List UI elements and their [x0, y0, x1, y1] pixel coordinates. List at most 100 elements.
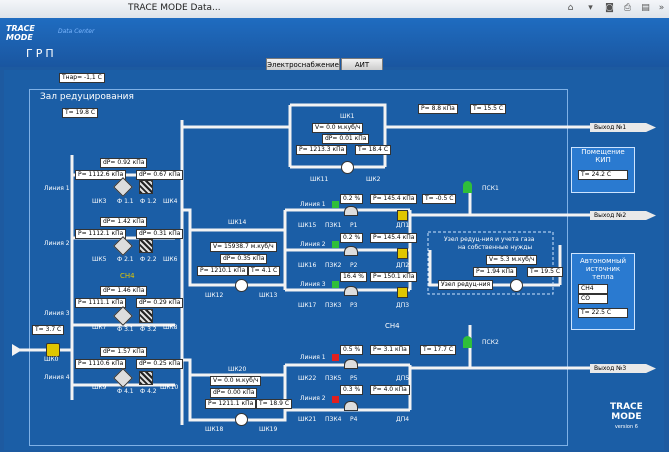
regulator-label: Р3 [350, 302, 358, 309]
temp-readout: T= 22.5 C [578, 308, 628, 318]
valve-label: ШК8 [163, 324, 178, 331]
relief-valve-label: ПСК1 [482, 185, 499, 192]
filter-icon[interactable] [139, 239, 153, 253]
valve-label: ШК21 [298, 416, 317, 423]
temp-readout: T= 19.5 C [527, 267, 564, 277]
pressure-readout: P= 8.8 кПа [418, 104, 458, 114]
exit-3-arrow[interactable]: Выход №3 [590, 364, 656, 373]
regulator-label: Р2 [350, 262, 358, 269]
flow-meter-icon[interactable] [235, 413, 248, 426]
valve-label: ШК22 [298, 375, 317, 382]
line-label: Линия 4 [44, 374, 70, 381]
dp-readout: dP= 0.35 кПа [220, 254, 268, 264]
pressure-readout: P= 150.1 кПа [370, 272, 418, 282]
pressure-readout: P= 3.1 кПа [370, 345, 410, 355]
line-label: Линия 2 [300, 395, 326, 402]
unit-title: Узел редуц-ния и учета газа [444, 236, 535, 243]
opening-readout: 0.2 % [340, 233, 364, 243]
yellow-valve-icon[interactable] [397, 287, 408, 298]
dp-readout: dP= 0.00 кПа [210, 388, 258, 398]
relief-valve-icon[interactable] [463, 336, 472, 348]
regulator-icon[interactable] [344, 286, 358, 296]
flow-readout: V= 0.0 м.куб/ч [312, 123, 364, 133]
kip-room-panel[interactable]: Помещение КИП T= 24.2 C [571, 147, 635, 193]
dp-readout: dP= 0.92 кПа [100, 158, 148, 168]
shutoff-valve-icon[interactable] [332, 241, 339, 248]
filter-label: Ф 4.1 [117, 388, 134, 395]
valve-label: ДП3 [396, 302, 410, 309]
valve-label: ШК12 [205, 292, 224, 299]
filter-label: Ф 2.2 [140, 256, 157, 263]
valve-label: ШК1 [340, 113, 355, 120]
regulator-label: Р1 [350, 222, 358, 229]
dp-readout: dP= 0.01 кПа [322, 134, 370, 144]
line-label: Линия 2 [300, 241, 326, 248]
opening-readout: 16.4 % [340, 272, 367, 282]
line-label: Линия 2 [44, 240, 70, 247]
valve-label: ДП1 [396, 222, 410, 229]
boiler-panel[interactable]: Автономный источник тепла CH4 CO T= 22.5… [571, 253, 635, 330]
valve-label: ШК14 [228, 219, 247, 226]
gas-label: CH4 [385, 322, 400, 330]
valve-label: ШК5 [92, 256, 107, 263]
valve-label: ШК9 [92, 384, 107, 391]
pressure-readout: P= 1213.3 кПа [296, 145, 348, 155]
brand-logo: TRACE MODE version 6 [610, 402, 643, 430]
valve-label: ШК3 [92, 198, 107, 205]
relief-valve-icon[interactable] [463, 181, 472, 193]
flow-meter-icon[interactable] [341, 161, 354, 174]
temp-readout: T= 18.9 C [256, 399, 293, 409]
opening-readout: 0.2 % [340, 194, 364, 204]
opening-readout: 0.3 % [340, 385, 364, 395]
regulator-label: Р4 [350, 416, 358, 423]
filter-icon[interactable] [139, 371, 153, 385]
relief-valve-label: ПСК2 [482, 339, 499, 346]
shutoff-valve-icon[interactable] [332, 396, 339, 403]
filter-icon[interactable] [139, 180, 153, 194]
panel-subtitle: КИП [595, 156, 611, 164]
flow-meter-icon[interactable] [510, 279, 523, 292]
inlet-valve-icon[interactable] [46, 343, 60, 357]
valve-label: ПЗК4 [325, 416, 342, 423]
flow-meter-icon[interactable] [235, 279, 248, 292]
exit-2-arrow[interactable]: Выход №2 [590, 211, 656, 220]
valve-label: ПЗК1 [325, 222, 342, 229]
line-label: Линия 1 [44, 185, 70, 192]
valve-label: ШК6 [163, 256, 178, 263]
valve-label: ШК10 [160, 384, 179, 391]
regulator-icon[interactable] [344, 246, 358, 256]
filter-label: Ф 1.2 [140, 198, 157, 205]
valve-label: ДП2 [396, 262, 410, 269]
temp-readout: T= 15.5 C [470, 104, 507, 114]
pressure-readout: P= 1112.1 кПа [75, 229, 127, 239]
filter-label: Ф 1.1 [117, 198, 134, 205]
shutoff-valve-icon[interactable] [332, 354, 339, 361]
yellow-valve-icon[interactable] [397, 248, 408, 259]
temp-readout: T= 24.2 C [578, 170, 628, 180]
filter-icon[interactable] [139, 309, 153, 323]
valve-label: ШК17 [298, 302, 317, 309]
regulator-icon[interactable] [344, 401, 358, 411]
valve-label: ДП5 [396, 375, 410, 382]
valve-label: ПЗК2 [325, 262, 342, 269]
shutoff-valve-icon[interactable] [332, 281, 339, 288]
dp-readout: dP= 1.46 кПа [100, 286, 148, 296]
line-label: Линия 3 [44, 310, 70, 317]
exit-1-arrow[interactable]: Выход №1 [590, 123, 656, 132]
node-button[interactable]: Узел редуц-ния [438, 280, 494, 290]
flow-readout: V= 15938.7 м.куб/ч [210, 242, 277, 252]
filter-label: Ф 3.2 [140, 326, 157, 333]
regulator-icon[interactable] [344, 359, 358, 369]
valve-label: ШК2 [366, 176, 381, 183]
flow-readout: V= 0.0 м.куб/ч [210, 376, 262, 386]
valve-label: ШК16 [298, 262, 317, 269]
yellow-valve-icon[interactable] [397, 210, 408, 221]
valve-label: ПЗК3 [325, 302, 342, 309]
panel-subtitle: тепла [592, 273, 614, 281]
dp2-readout: dP= 0.29 кПа [136, 298, 184, 308]
regulator-icon[interactable] [344, 206, 358, 216]
filter-label: Ф 2.1 [117, 256, 134, 263]
shutoff-valve-icon[interactable] [332, 201, 339, 208]
pressure-readout: P= 1112.6 кПа [75, 170, 127, 180]
pressure-readout: P= 1111.1 кПа [75, 298, 127, 308]
